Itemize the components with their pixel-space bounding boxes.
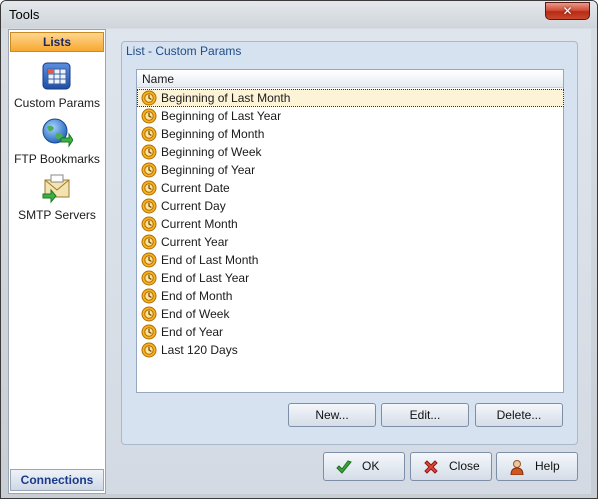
custom-param-icon [141,216,157,232]
sidebar-connections-header[interactable]: Connections [10,469,104,491]
list-item[interactable]: Last 120 Days [137,341,563,359]
close-button[interactable]: Close [410,452,492,481]
list-rows: Beginning of Last Month Beginning of Last… [137,89,564,359]
list-item[interactable]: Beginning of Last Year [137,107,563,125]
list-item[interactable]: End of Last Month [137,251,563,269]
custom-param-icon [141,90,157,106]
close-label: Close [449,459,480,473]
sidebar: Lists Custom Params FTP Bookmarks SMTP S… [8,29,106,494]
help-button[interactable]: Help [496,452,578,481]
help-label: Help [535,459,560,473]
list-item[interactable]: End of Last Year [137,269,563,287]
list-item-label: Current Day [161,199,226,213]
main-panel: List - Custom Params Name Beginning of L… [106,29,591,494]
custom-param-icon [141,234,157,250]
list-item[interactable]: Current Date [137,179,563,197]
custom-params-list[interactable]: Name Beginning of Last Month Beginning of… [136,69,564,393]
custom-params-icon [42,62,71,90]
custom-param-icon [141,198,157,214]
sidebar-item-smtp-servers[interactable]: SMTP Servers [9,172,105,226]
list-item-label: End of Week [161,307,230,321]
list-item-label: Beginning of Week [161,145,262,159]
list-item[interactable]: End of Year [137,323,563,341]
list-item[interactable]: Current Month [137,215,563,233]
custom-param-icon [141,252,157,268]
list-item-label: Beginning of Last Month [161,91,291,105]
custom-param-icon [141,324,157,340]
window-close-button[interactable]: ✕ [545,2,590,20]
custom-param-icon [141,162,157,178]
smtp-envelope-icon [42,174,70,204]
list-item[interactable]: Beginning of Last Month [137,89,564,107]
list-item-label: Current Date [161,181,230,195]
custom-param-icon [141,342,157,358]
window-title: Tools [9,7,40,22]
list-item-label: End of Year [161,325,224,339]
ftp-globe-icon [42,118,73,148]
custom-param-icon [141,108,157,124]
group-title: List - Custom Params [126,44,242,58]
new-button[interactable]: New... [288,403,376,427]
list-item-label: End of Last Year [161,271,250,285]
list-item-label: Last 120 Days [161,343,238,357]
list-item-label: Beginning of Month [161,127,265,141]
custom-param-icon [141,180,157,196]
custom-param-icon [141,270,157,286]
column-header-name[interactable]: Name [137,70,563,88]
sidebar-item-ftp-bookmarks[interactable]: FTP Bookmarks [9,116,105,170]
help-person-icon [510,460,524,475]
list-item[interactable]: Beginning of Week [137,143,563,161]
red-x-icon [424,460,438,474]
custom-param-icon [141,288,157,304]
sidebar-item-label: Custom Params [13,96,101,110]
list-item-label: Beginning of Year [161,163,256,177]
ok-label: OK [362,459,380,473]
list-item[interactable]: Current Day [137,197,563,215]
custom-param-icon [141,306,157,322]
list-item[interactable]: Current Year [137,233,563,251]
sidebar-item-label: FTP Bookmarks [14,152,100,166]
list-item[interactable]: Beginning of Month [137,125,563,143]
ok-button[interactable]: OK [323,452,405,481]
list-item-label: Beginning of Last Year [161,109,282,123]
title-bar[interactable]: Tools ✕ [1,1,597,28]
list-item-label: End of Month [161,289,233,303]
dialog-body: Lists Custom Params FTP Bookmarks SMTP S… [8,29,591,494]
custom-param-icon [141,126,157,142]
sidebar-lists-header[interactable]: Lists [10,32,104,52]
custom-param-icon [141,144,157,160]
custom-params-group: List - Custom Params Name Beginning of L… [121,41,578,445]
list-item[interactable]: Beginning of Year [137,161,563,179]
list-item-label: End of Last Month [161,253,259,267]
list-item[interactable]: End of Week [137,305,563,323]
list-item-label: Current Month [161,217,238,231]
tools-window: Tools ✕ Lists Custom Params FTP Bookmark… [0,0,598,499]
sidebar-item-custom-params[interactable]: Custom Params [9,60,105,114]
sidebar-item-label: SMTP Servers [18,208,96,222]
checkmark-icon [336,460,352,474]
edit-button[interactable]: Edit... [381,403,469,427]
delete-button[interactable]: Delete... [475,403,563,427]
list-item-label: Current Year [161,235,229,249]
list-item[interactable]: End of Month [137,287,563,305]
